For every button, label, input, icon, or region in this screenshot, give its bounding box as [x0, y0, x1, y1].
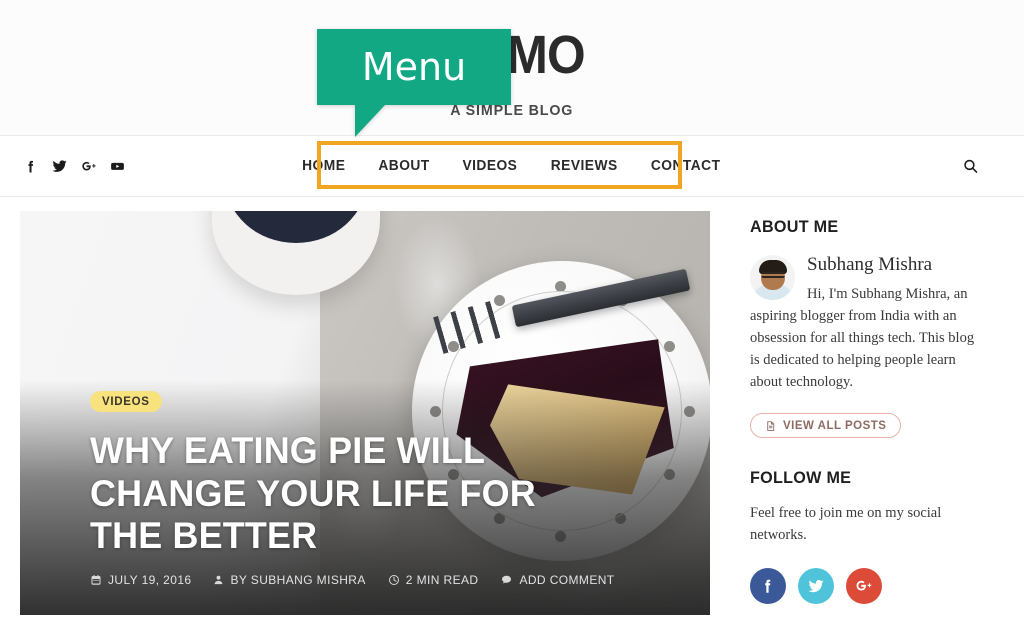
search-icon[interactable] — [962, 158, 979, 175]
main-menu: HOME ABOUT VIDEOS REVIEWS CONTACT — [0, 158, 1024, 174]
category-badge[interactable]: VIDEOS — [90, 391, 162, 413]
follow-me-widget: FOLLOW ME Feel free to join me on my soc… — [750, 467, 982, 605]
view-all-posts-label: VIEW ALL POSTS — [783, 419, 887, 432]
document-icon — [765, 420, 776, 432]
about-me-title: ABOUT ME — [750, 217, 839, 236]
user-icon — [213, 574, 224, 586]
post-author-label: BY SUBHANG MISHRA — [230, 573, 366, 587]
menu-callout-tail — [355, 105, 385, 137]
featured-post-title[interactable]: WHY EATING PIE WILL CHANGE YOUR LIFE FOR… — [90, 430, 594, 557]
calendar-icon — [90, 574, 102, 586]
nav-item-home[interactable]: HOME — [303, 158, 346, 174]
view-all-posts-button[interactable]: VIEW ALL POSTS — [750, 412, 902, 438]
twitter-circle-icon[interactable] — [798, 568, 834, 605]
post-read-time-label: 2 MIN READ — [405, 573, 479, 587]
featured-post-content: VIDEOS WHY EATING PIE WILL CHANGE YOUR L… — [90, 391, 670, 587]
post-comments-label: ADD COMMENT — [519, 573, 615, 587]
post-comments[interactable]: ADD COMMENT — [500, 573, 614, 587]
sidebar: ABOUT ME Subhang Mishra Hi, I'm Subhang … — [750, 211, 982, 615]
comment-icon — [500, 574, 513, 586]
post-read-time: 2 MIN READ — [388, 573, 479, 587]
navigation-bar: HOME ABOUT VIDEOS REVIEWS CONTACT — [0, 135, 1024, 197]
nav-item-about[interactable]: ABOUT — [378, 158, 429, 174]
follow-me-text: Feel free to join me on my social networ… — [750, 504, 942, 543]
nav-item-videos[interactable]: VIDEOS — [462, 158, 517, 174]
menu-callout-tooltip: Menu — [317, 29, 511, 137]
facebook-circle-icon[interactable] — [750, 568, 786, 605]
site-header: DEMO A SIMPLE BLOG — [0, 0, 1024, 135]
post-date: JULY 19, 2016 — [90, 573, 191, 587]
menu-callout-label: Menu — [361, 45, 467, 89]
google-plus-circle-icon[interactable] — [846, 568, 882, 605]
social-links — [750, 568, 982, 605]
clock-icon — [388, 574, 400, 586]
nav-item-contact[interactable]: CONTACT — [651, 158, 721, 174]
page-body: VIDEOS WHY EATING PIE WILL CHANGE YOUR L… — [0, 197, 1024, 615]
avatar — [750, 255, 795, 300]
post-date-label: JULY 19, 2016 — [108, 573, 192, 587]
about-me-widget: ABOUT ME Subhang Mishra Hi, I'm Subhang … — [750, 217, 982, 438]
post-meta: JULY 19, 2016 BY SUBHANG MISHRA 2 MIN RE… — [90, 573, 670, 587]
menu-callout-body: Menu — [317, 29, 511, 105]
featured-post-card[interactable]: VIDEOS WHY EATING PIE WILL CHANGE YOUR L… — [20, 211, 710, 615]
follow-me-title: FOLLOW ME — [750, 467, 852, 487]
post-author: BY SUBHANG MISHRA — [213, 573, 365, 587]
nav-item-reviews[interactable]: REVIEWS — [551, 158, 618, 174]
